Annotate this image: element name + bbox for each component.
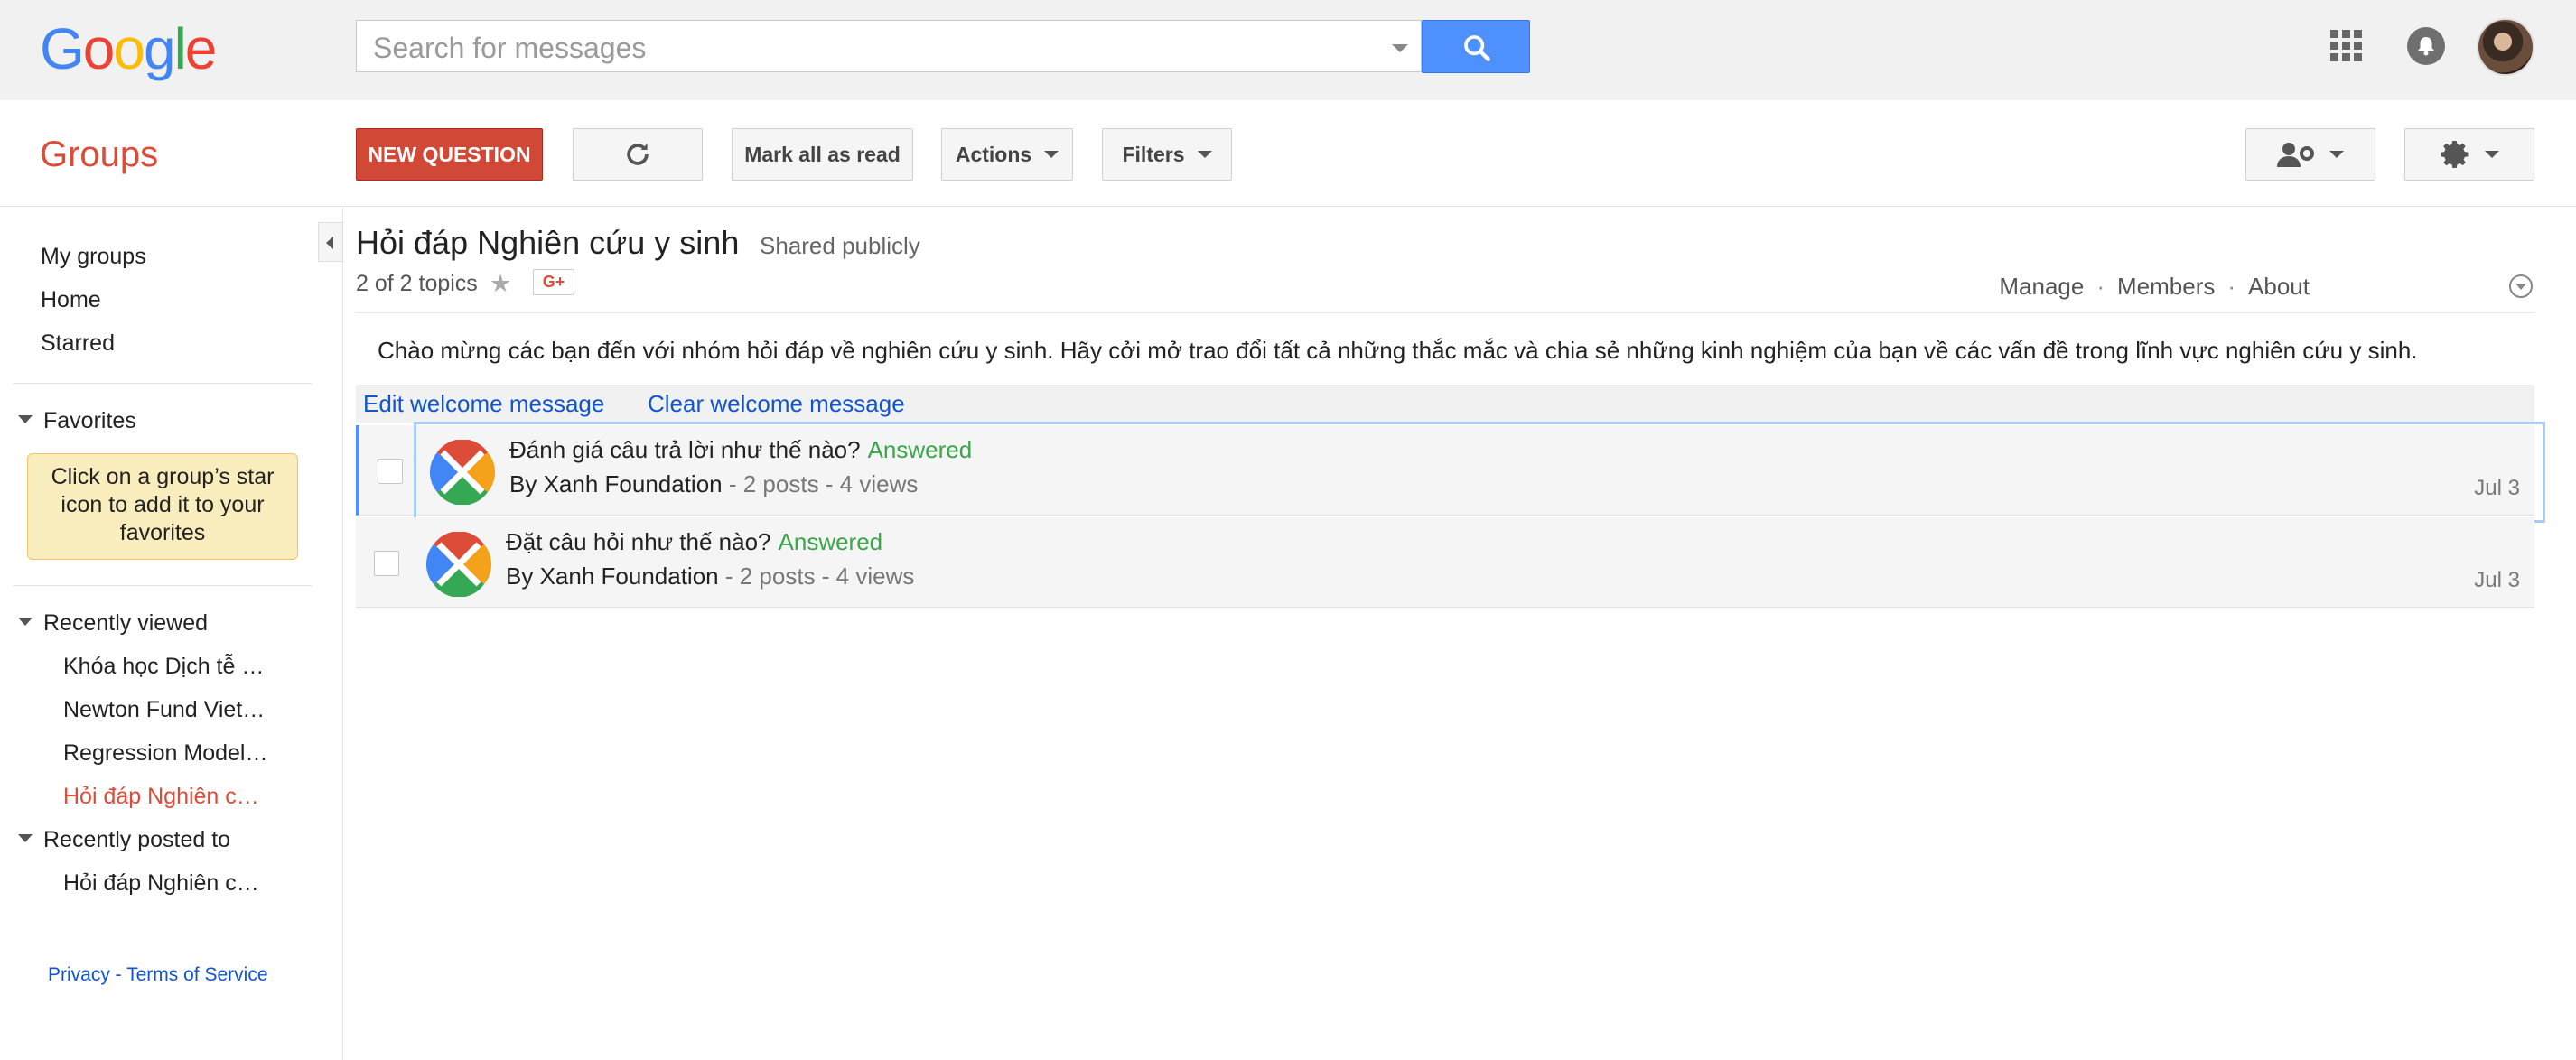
manage-link[interactable]: Manage: [1999, 273, 2084, 300]
new-question-button[interactable]: NEW QUESTION: [356, 128, 543, 181]
recently-viewed-item-current[interactable]: Hỏi đáp Nghiên c…: [63, 784, 259, 810]
filters-dropdown[interactable]: Filters: [1102, 128, 1232, 181]
topic-byline: By Xanh Foundation - 2 posts - 4 views: [506, 563, 914, 590]
filters-label: Filters: [1122, 142, 1185, 166]
notifications-bell-icon[interactable]: [2407, 27, 2445, 65]
app-title[interactable]: Groups: [40, 135, 158, 175]
account-avatar[interactable]: [2477, 18, 2534, 76]
sidebar: My groups Home Starred Favorites Click o…: [0, 208, 343, 1060]
gear-icon: [2441, 141, 2469, 168]
search-icon: [1464, 35, 1490, 61]
favorites-hint: Click on a group’s star icon to add it t…: [27, 453, 298, 560]
recently-viewed-item[interactable]: Newton Fund Viet…: [63, 697, 265, 723]
actions-dropdown[interactable]: Actions: [941, 128, 1073, 181]
xanh-foundation-logo-icon: [430, 440, 495, 505]
search-placeholder: Search for messages: [373, 32, 647, 64]
topic-date: Jul 3: [2474, 476, 2520, 500]
topic-date: Jul 3: [2474, 568, 2520, 592]
refresh-button[interactable]: [573, 128, 703, 181]
apps-grid-icon[interactable]: [2330, 30, 2363, 62]
star-icon[interactable]: ★: [490, 270, 511, 298]
topic-checkbox[interactable]: [374, 551, 399, 576]
triangle-down-icon: [18, 833, 33, 842]
welcome-actions-bar: Edit welcome message Clear welcome messa…: [356, 385, 2534, 423]
mark-all-read-button[interactable]: Mark all as read: [732, 128, 913, 181]
sidebar-item-starred[interactable]: Starred: [41, 330, 115, 357]
sidebar-divider: [14, 383, 312, 384]
topic-row[interactable]: Đánh giá câu trả lời như thế nào? Answere…: [356, 422, 2545, 523]
visibility-label: Shared publicly: [760, 232, 920, 259]
actions-label: Actions: [955, 142, 1032, 166]
topic-row[interactable]: Đặt câu hỏi như thế nào? Answered By Xanh…: [356, 517, 2534, 608]
topics-count: 2 of 2 topics: [356, 271, 478, 296]
new-question-label: NEW QUESTION: [368, 142, 531, 166]
logo-letter: o: [113, 16, 145, 81]
favorites-section-toggle[interactable]: Favorites: [18, 408, 136, 434]
answered-badge: Answered: [867, 436, 973, 463]
about-link[interactable]: About: [2248, 273, 2310, 300]
logo-letter: g: [143, 16, 176, 81]
mark-all-read-label: Mark all as read: [744, 142, 901, 166]
collapse-sidebar-button[interactable]: [318, 222, 343, 262]
recently-viewed-label: Recently viewed: [43, 610, 209, 636]
topic-title[interactable]: Đánh giá câu trả lời như thế nào?: [509, 436, 861, 463]
privacy-terms-links[interactable]: Privacy - Terms of Service: [48, 964, 268, 986]
top-header: Google Search for messages: [0, 0, 2576, 100]
chevron-down-icon: [1197, 151, 1212, 158]
logo-letter: e: [184, 16, 218, 81]
sidebar-item-home[interactable]: Home: [41, 287, 101, 313]
topic-meta: - 2 posts - 4 views: [724, 563, 915, 590]
answered-badge: Answered: [778, 528, 883, 555]
triangle-down-icon: [18, 617, 33, 626]
person-gear-icon: [2277, 143, 2314, 167]
toolbar: Groups NEW QUESTION Mark all as read Act…: [0, 100, 2576, 207]
separator-dot: ·: [2227, 273, 2236, 300]
chevron-down-icon: [2329, 151, 2344, 158]
topic-author: By Xanh Foundation: [509, 470, 723, 497]
settings-dropdown[interactable]: [2404, 128, 2534, 181]
recently-viewed-item[interactable]: Khóa học Dịch tễ …: [63, 654, 264, 680]
sidebar-item-my-groups[interactable]: My groups: [41, 244, 146, 270]
refresh-icon: [627, 143, 649, 165]
recently-posted-item[interactable]: Hỏi đáp Nghiên c…: [63, 870, 259, 897]
logo-letter: o: [82, 16, 116, 81]
member-settings-dropdown[interactable]: [2245, 128, 2375, 181]
recently-viewed-item[interactable]: Regression Model…: [63, 740, 268, 767]
group-links: Manage · Members · About: [1999, 273, 2310, 301]
chevron-down-icon: [1044, 151, 1059, 158]
logo-letter: l: [173, 16, 187, 81]
recently-viewed-section-toggle[interactable]: Recently viewed: [18, 610, 208, 637]
about-dropdown-icon[interactable]: [2509, 274, 2533, 298]
content-divider: [356, 312, 2534, 313]
triangle-down-icon: [18, 414, 33, 423]
google-logo[interactable]: Google: [40, 16, 218, 81]
recently-posted-section-toggle[interactable]: Recently posted to: [18, 827, 230, 853]
recently-posted-label: Recently posted to: [43, 827, 231, 852]
chevron-down-icon: [2485, 151, 2499, 158]
logo-letter: G: [40, 16, 85, 81]
sidebar-divider: [14, 585, 312, 586]
topic-byline: By Xanh Foundation - 2 posts - 4 views: [509, 470, 918, 498]
topic-checkbox[interactable]: [378, 459, 403, 484]
topic-title[interactable]: Đặt câu hỏi như thế nào?: [506, 528, 771, 555]
members-link[interactable]: Members: [2117, 273, 2215, 300]
group-title: Hỏi đáp Nghiên cứu y sinh: [356, 224, 740, 261]
xanh-foundation-logo-icon: [426, 532, 491, 597]
topic-author: By Xanh Foundation: [506, 563, 719, 590]
search-input[interactable]: Search for messages: [356, 20, 1422, 72]
google-plus-button[interactable]: G+: [533, 269, 574, 295]
search-options-dropdown-icon[interactable]: [1392, 44, 1408, 52]
search-button[interactable]: [1422, 20, 1530, 73]
favorites-label: Favorites: [43, 408, 136, 433]
topic-subject[interactable]: Đặt câu hỏi như thế nào? Answered: [506, 528, 882, 556]
edit-welcome-link[interactable]: Edit welcome message: [363, 390, 604, 418]
topic-meta: - 2 posts - 4 views: [728, 470, 919, 497]
clear-welcome-link[interactable]: Clear welcome message: [648, 390, 905, 418]
topic-subject[interactable]: Đánh giá câu trả lời như thế nào? Answere…: [509, 436, 972, 464]
welcome-message: Chào mừng các bạn đến với nhóm hỏi đáp v…: [378, 337, 2418, 364]
separator-dot: ·: [2096, 273, 2105, 300]
